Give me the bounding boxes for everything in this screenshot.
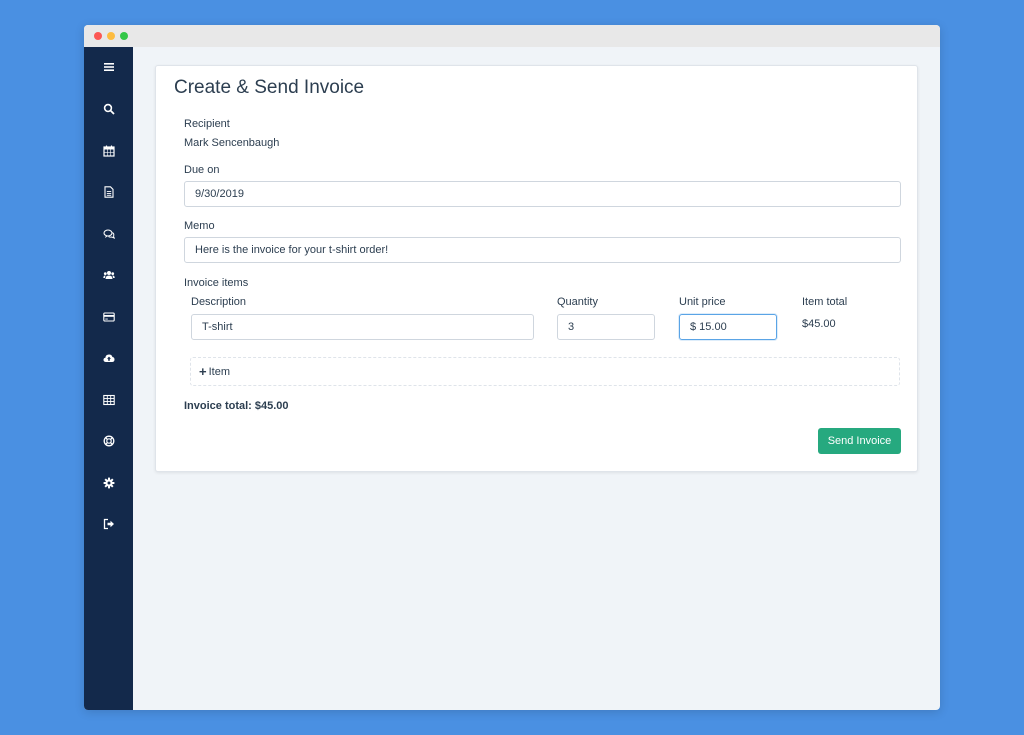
menu-icon xyxy=(103,63,114,71)
chat-icon xyxy=(102,229,115,239)
unit-price-column-header: Unit price xyxy=(679,296,726,308)
calendar-icon xyxy=(102,145,115,157)
quantity-column-header: Quantity xyxy=(557,296,598,308)
sidebar-item-table[interactable] xyxy=(84,385,133,415)
table-icon xyxy=(102,394,115,406)
page-title: Create & Send Invoice xyxy=(174,77,365,98)
window-titlebar xyxy=(84,25,940,47)
credit-card-icon xyxy=(102,312,115,322)
sidebar-item-menu[interactable] xyxy=(84,52,133,82)
recipient-label: Recipient xyxy=(184,118,230,130)
sidebar-item-calendar[interactable] xyxy=(84,136,133,166)
due-date-label: Due on xyxy=(184,164,220,176)
sidebar-item-users[interactable] xyxy=(84,260,133,290)
item-quantity-field[interactable] xyxy=(557,314,655,340)
item-unit-price-field[interactable] xyxy=(679,314,777,340)
memo-label: Memo xyxy=(184,220,215,232)
document-icon xyxy=(103,186,114,198)
invoice-items-label: Invoice items xyxy=(184,277,249,289)
due-date-field[interactable] xyxy=(184,181,901,207)
minimize-window-button[interactable] xyxy=(107,32,115,40)
add-item-button[interactable]: + Item xyxy=(190,357,900,386)
sidebar-item-logout[interactable] xyxy=(84,509,133,539)
description-column-header: Description xyxy=(191,296,247,308)
sidebar-item-documents[interactable] xyxy=(84,177,133,207)
send-invoice-button[interactable]: Send Invoice xyxy=(818,428,901,454)
sidebar xyxy=(84,47,133,710)
sidebar-item-messages[interactable] xyxy=(84,219,133,249)
sidebar-item-upload[interactable] xyxy=(84,343,133,373)
gear-icon xyxy=(103,477,114,489)
item-description-field[interactable] xyxy=(191,314,534,340)
recipient-name: Mark Sencenbaugh xyxy=(184,137,280,149)
item-total-value: $45.00 xyxy=(802,318,836,330)
invoice-total: Invoice total: $45.00 xyxy=(184,400,289,412)
close-window-button[interactable] xyxy=(94,32,102,40)
zoom-window-button[interactable] xyxy=(120,32,128,40)
help-icon xyxy=(103,435,114,447)
sidebar-item-billing[interactable] xyxy=(84,302,133,332)
app-window: Create & Send Invoice Recipient Mark Sen… xyxy=(84,25,940,710)
sidebar-item-search[interactable] xyxy=(84,94,133,124)
sidebar-item-settings[interactable] xyxy=(84,468,133,498)
sidebar-item-help[interactable] xyxy=(84,426,133,456)
users-icon xyxy=(102,271,115,279)
search-icon xyxy=(103,103,115,115)
add-item-label: Item xyxy=(208,365,230,378)
item-total-column-header: Item total xyxy=(802,296,848,308)
sign-out-icon xyxy=(103,518,114,530)
invoice-form-card: Create & Send Invoice Recipient Mark Sen… xyxy=(155,65,918,472)
plus-icon: + xyxy=(199,364,207,379)
cloud-upload-icon xyxy=(103,354,114,362)
memo-field[interactable] xyxy=(184,237,901,263)
